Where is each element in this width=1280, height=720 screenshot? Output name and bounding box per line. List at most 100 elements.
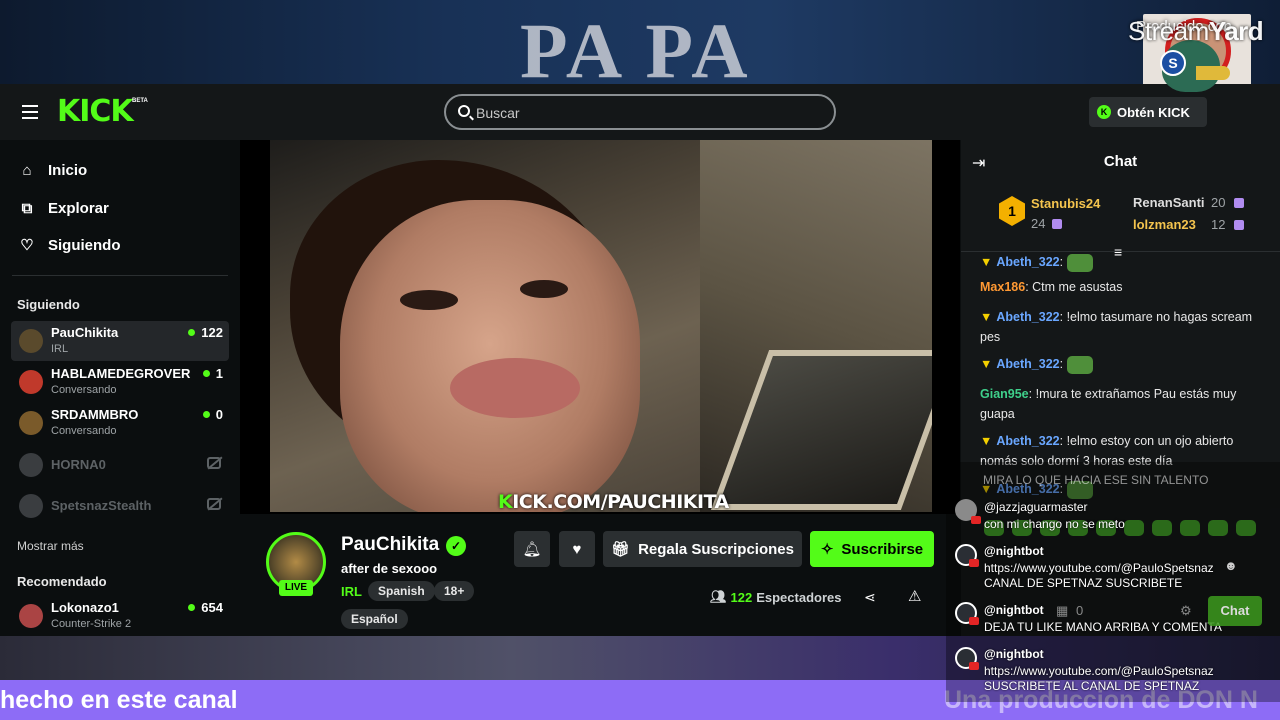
sidebar-channel-spetsnazstealth[interactable]: SpetsnazStealth: [11, 486, 229, 526]
channel-name: HABLAMEDEGROVER: [51, 366, 191, 381]
following-section-title: Siguiendo: [17, 297, 80, 312]
top-gifter-name[interactable]: Stanubis24: [1031, 196, 1100, 211]
gifter-name[interactable]: lolzman23: [1133, 217, 1196, 232]
verified-icon: ✓: [446, 536, 466, 556]
settings-gear-icon[interactable]: ⚙: [1180, 603, 1192, 619]
channel-name: SpetsnazStealth: [51, 498, 152, 513]
s-coin-icon: S: [1160, 50, 1186, 76]
channel-category: Counter-Strike 2: [51, 618, 132, 630]
viewer-count: 654: [188, 600, 223, 615]
sidebar-channel-pauchikita[interactable]: PauChikita IRL 122: [11, 321, 229, 361]
nav-label: Inicio: [48, 161, 88, 179]
offline-camera-icon: [207, 498, 221, 510]
channel-category: Conversando: [51, 425, 117, 437]
gift-icon: 🎁︎: [611, 541, 631, 558]
search-input[interactable]: [476, 103, 816, 123]
sidebar-channel-srdammbro[interactable]: SRDAMMBRO Conversando 0: [11, 403, 229, 443]
gift-subs-button[interactable]: 🎁︎ Regala Suscripciones: [603, 531, 802, 567]
offline-camera-icon: [207, 457, 221, 469]
nav-label: Explorar: [48, 199, 109, 217]
obtain-kick-button[interactable]: K Obtén KICK: [1089, 97, 1207, 127]
top-navbar: KICK BETA K Obtén KICK: [0, 84, 1280, 140]
tag-chip[interactable]: 18+: [434, 581, 475, 601]
chat-mode-icon[interactable]: ▦: [1056, 603, 1068, 619]
gifter-name[interactable]: RenanSanti: [1133, 195, 1205, 210]
emoji-picker-icon[interactable]: ☻: [1224, 558, 1248, 576]
viewer-count: 1: [202, 366, 223, 381]
nightbot-avatar: [955, 544, 979, 567]
nav-siguiendo[interactable]: ♡ Siguiendo: [18, 233, 121, 257]
tag-chip[interactable]: Spanish: [368, 581, 435, 601]
nav-explorar[interactable]: ⧉ Explorar: [18, 196, 109, 220]
show-more-link[interactable]: Mostrar más: [17, 539, 84, 553]
duck-bill: [1196, 66, 1230, 80]
viewer-count-display: 👥︎ 122 Espectadores: [710, 589, 842, 605]
avatar: [955, 499, 981, 524]
subscribe-button[interactable]: ✧ Suscribirse: [810, 531, 934, 567]
sidebar-channel-horna0[interactable]: HORNA0: [11, 445, 229, 485]
chat-message: Gian95e: !mura te extrañamos Pau estás m…: [980, 387, 1237, 421]
top-gifter-count: 24: [1031, 216, 1046, 231]
nav-label: Siguiendo: [48, 236, 121, 254]
chat-message: Max186: Ctm me asustas: [980, 280, 1123, 294]
live-dot-icon: [202, 370, 210, 377]
stream-category[interactable]: IRL: [341, 584, 362, 599]
overlay-comment-author: @jazzjaguarmaster: [984, 500, 1088, 514]
compass-icon: ⧉: [21, 199, 33, 217]
chat-message: ▼ Abeth_322:: [980, 354, 1270, 374]
kick-logo[interactable]: KICK: [57, 94, 134, 129]
gifter-count: 12: [1211, 217, 1226, 232]
overlay-comment-author: @nightbot: [984, 544, 1044, 558]
share-icon[interactable]: ⋖: [864, 589, 876, 606]
left-sidebar: ⌂ Inicio ⧉ Explorar ♡ Siguiendo Siguiend…: [0, 140, 240, 636]
home-icon: ⌂: [22, 161, 32, 179]
avatar: [19, 329, 43, 353]
channel-category: IRL: [51, 343, 69, 355]
report-warning-icon[interactable]: ⚠: [908, 587, 921, 605]
recommended-section-title: Recomendado: [17, 574, 107, 589]
youtube-icon: [969, 662, 979, 670]
bell-icon: 🔔︎: [522, 541, 542, 558]
channel-name: HORNA0: [51, 457, 106, 472]
top-gifter-rank-badge: 1: [999, 196, 1025, 226]
overlay-comment-author: @nightbot: [984, 647, 1044, 661]
video-player[interactable]: KICK.COM/PAUCHIKITA: [270, 140, 932, 512]
streamyard-watermark: StreamYard: [1128, 16, 1264, 46]
live-badge: LIVE: [279, 580, 313, 596]
chat-message: ▼ Abeth_322: !elmo tasumare no hagas scre…: [980, 310, 1253, 344]
youtube-icon: [971, 516, 981, 524]
youtube-icon: [969, 617, 979, 625]
stream-title: after de sexooo: [341, 561, 438, 576]
avatar: [19, 494, 43, 518]
channel-category: Conversando: [51, 384, 117, 396]
sidebar-channel-hablamedegrover[interactable]: HABLAMEDEGROVER Conversando 1: [11, 362, 229, 402]
channel-name[interactable]: PauChikita: [341, 534, 439, 556]
chat-counter: 0: [1076, 603, 1084, 618]
overlay-comment-text: SUSCRIBETE AL CANAL DE SPETNAZ: [984, 679, 1200, 693]
obtain-kick-label: Obtén KICK: [1117, 105, 1190, 120]
nav-inicio[interactable]: ⌂ Inicio: [18, 158, 87, 182]
tag-chip[interactable]: Español: [341, 609, 408, 629]
overlay-comment-author: @nightbot: [984, 603, 1044, 617]
sidebar-channel-lokonazo1[interactable]: Lokonazo1 Counter-Strike 2 654: [11, 596, 229, 636]
chat-send-button[interactable]: Chat: [1208, 596, 1262, 626]
menu-icon[interactable]: [22, 105, 38, 119]
chat-title: Chat: [1103, 153, 1138, 170]
overlay-comment-text: CANAL DE SPETNAZ SUSCRIBETE: [984, 576, 1183, 590]
users-icon: 👥︎: [710, 589, 727, 604]
overlay-comment-text: DEJA TU LIKE MANO ARRIBA Y COMENTA: [984, 620, 1222, 634]
notifications-button[interactable]: 🔔︎: [514, 531, 550, 567]
nightbot-avatar: [955, 602, 979, 625]
viewer-count: 122: [188, 325, 223, 340]
follow-button[interactable]: ♥: [559, 531, 595, 567]
search-bar[interactable]: [444, 94, 836, 130]
beta-badge: BETA: [132, 98, 148, 104]
gift-sub-icon: [1234, 220, 1244, 230]
avatar: [19, 370, 43, 394]
channel-info-bar: LIVE PauChikita ✓ after de sexooo IRL Sp…: [240, 514, 960, 636]
sidebar-divider: [12, 275, 228, 276]
viewer-count: 0: [202, 407, 223, 422]
live-dot-icon: [202, 411, 210, 418]
sparkle-icon: ✧: [820, 541, 834, 558]
overlay-banner-text: PA PA: [520, 7, 752, 84]
